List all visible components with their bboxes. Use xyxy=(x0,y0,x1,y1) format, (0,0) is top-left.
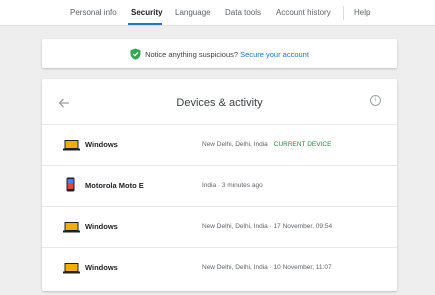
device-row-windows-current[interactable]: Windows New Delhi, Delhi, India CURRENT D… xyxy=(42,124,397,165)
active-tab-indicator xyxy=(128,23,162,25)
info-icon[interactable]: i xyxy=(370,95,381,106)
security-alert-card: Notice anything suspicious? Secure your … xyxy=(42,39,397,68)
card-title: Devices & activity xyxy=(176,97,263,109)
device-row-windows-3[interactable]: Windows New Delhi, Delhi, India · 10 Nov… xyxy=(42,247,397,288)
secure-account-link[interactable]: Secure your account xyxy=(240,50,309,59)
devices-activity-card: Devices & activity i Windows New Delhi, … xyxy=(42,79,397,291)
device-location: New Delhi, Delhi, India · 10 November, 1… xyxy=(202,264,332,271)
device-location: India · 3 minutes ago xyxy=(202,182,263,189)
device-name: Windows xyxy=(85,263,118,272)
shield-check-icon xyxy=(130,48,141,62)
tab-help[interactable]: Help xyxy=(354,8,370,17)
device-location: New Delhi, Delhi, India · 17 November, 0… xyxy=(202,223,333,230)
device-row-motorola[interactable]: Motorola Moto E India · 3 minutes ago xyxy=(42,165,397,206)
device-name: Motorola Moto E xyxy=(85,181,144,190)
device-row-windows-2[interactable]: Windows New Delhi, Delhi, India · 17 Nov… xyxy=(42,206,397,247)
phone-icon xyxy=(66,177,75,197)
tab-data-tools[interactable]: Data tools xyxy=(225,8,261,17)
laptop-icon xyxy=(63,138,80,156)
tab-security[interactable]: Security xyxy=(131,8,163,17)
tab-account-history[interactable]: Account history xyxy=(276,8,331,17)
laptop-icon xyxy=(63,261,80,279)
tab-personal-info[interactable]: Personal info xyxy=(70,8,117,17)
laptop-icon xyxy=(63,220,80,238)
device-name: Windows xyxy=(85,140,118,149)
device-location: New Delhi, Delhi, India CURRENT DEVICE xyxy=(202,141,332,148)
alert-message: Notice anything suspicious? Secure your … xyxy=(42,48,397,62)
device-name: Windows xyxy=(85,222,118,231)
top-navigation: Personal info Security Language Data too… xyxy=(0,0,435,26)
alert-text: Notice anything suspicious? xyxy=(145,49,239,59)
tab-language[interactable]: Language xyxy=(175,8,211,17)
nav-divider xyxy=(343,6,344,20)
current-device-badge: CURRENT DEVICE xyxy=(273,141,332,148)
